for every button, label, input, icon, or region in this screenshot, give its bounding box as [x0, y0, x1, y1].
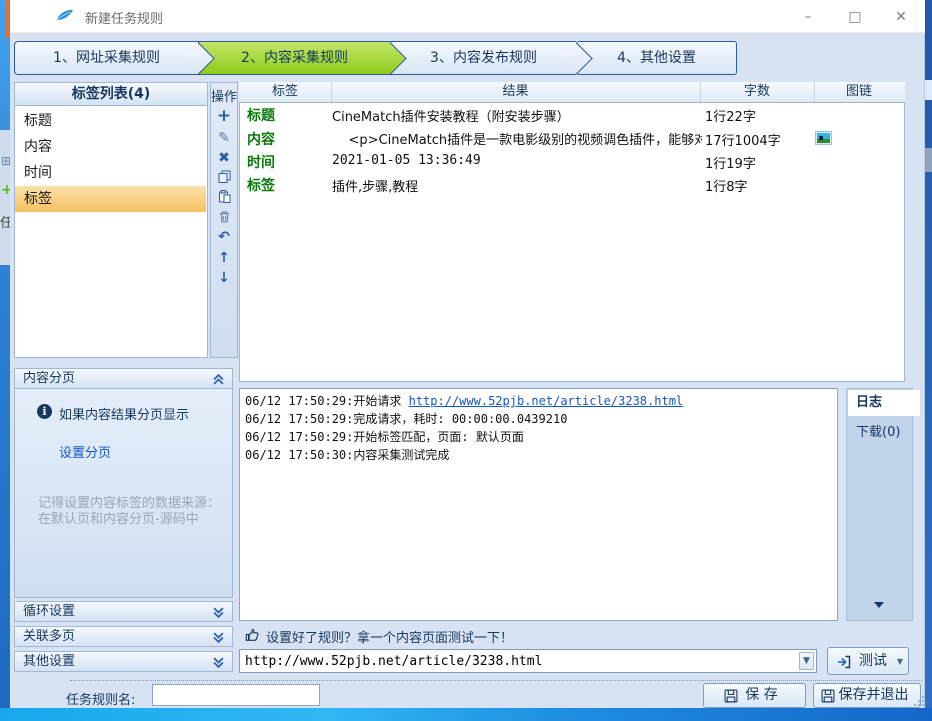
background-window-right-strip: [925, 0, 932, 708]
tab-log[interactable]: 日志: [848, 390, 920, 416]
rule-name-input[interactable]: [152, 684, 320, 706]
table-row[interactable]: 标题 CineMatch插件安装教程（附安装步骤） 1行22字: [239, 103, 904, 127]
tab-content-collect-rules[interactable]: 2、内容采集规则: [198, 41, 390, 75]
log-line: 06/12 17:50:29:完成请求，耗时: 00:00:00.0439210: [245, 410, 567, 428]
operations-header: 操作: [210, 86, 238, 105]
add-icon[interactable]: +: [210, 108, 238, 126]
tag-item-tags[interactable]: 标签: [15, 186, 206, 212]
related-pages-header[interactable]: 关联多页: [14, 626, 233, 647]
save-button[interactable]: 保 存: [703, 683, 806, 708]
close-button[interactable]: ✕: [886, 6, 916, 28]
table-row[interactable]: 内容 <p>CineMatch插件是一款电影级别的视频调色插件，能够对单个视 1…: [239, 127, 904, 150]
log-url-link[interactable]: http://www.52pjb.net/article/3238.html: [409, 394, 684, 408]
expand-down-icon[interactable]: [213, 632, 224, 643]
move-up-icon[interactable]: ↑: [210, 250, 238, 268]
background-window-bottom-strip: [0, 708, 932, 721]
table-row[interactable]: 时间 2021-01-05 13:36:49 1行19字: [239, 150, 904, 173]
collapse-up-icon[interactable]: [213, 374, 224, 385]
pagination-note-line2: 在默认页和内容分页-源码中: [38, 512, 199, 528]
paste-icon[interactable]: [210, 190, 238, 208]
set-pagination-link[interactable]: 设置分页: [59, 442, 111, 461]
row-result: CineMatch插件安装教程（附安装步骤）: [332, 106, 570, 125]
app-icon: [55, 8, 75, 24]
row-tag-label: 内容: [247, 129, 275, 149]
maximize-button[interactable]: □: [840, 6, 870, 28]
background-toolbar-fragment: ⊞ + 任: [0, 130, 10, 265]
loop-settings-header[interactable]: 循环设置: [14, 601, 233, 622]
minimize-button[interactable]: –: [793, 6, 823, 28]
save-icon: [724, 689, 738, 703]
log-line: 06/12 17:50:30:内容采集测试完成: [245, 446, 449, 464]
pagination-note-line1: 记得设置内容标签的数据来源：: [38, 496, 220, 512]
tag-list-header: 标签列表(4): [14, 82, 208, 106]
table-row[interactable]: 标签 插件,步骤,教程 1行8字: [239, 173, 904, 196]
tab-url-collect-rules[interactable]: 1、网址采集规则: [14, 41, 198, 75]
test-hint-text: 设置好了规则？拿一个内容页面测试一下！: [266, 627, 513, 646]
pagination-panel-body: i 如果内容结果分页显示 设置分页 记得设置内容标签的数据来源： 在默认页和内容…: [14, 389, 233, 598]
expand-down-icon[interactable]: [213, 607, 224, 618]
tag-item-title[interactable]: 标题: [15, 108, 206, 134]
test-url-input[interactable]: [239, 649, 817, 673]
row-count: 1行8字: [705, 176, 748, 195]
row-result: 2021-01-05 13:36:49: [332, 153, 481, 168]
delete-icon[interactable]: ✖: [210, 150, 238, 168]
info-icon: i: [37, 404, 52, 419]
thumbs-up-icon: [244, 626, 260, 642]
tab-other-settings[interactable]: 4、其他设置: [576, 41, 737, 75]
tab-download[interactable]: 下载(0): [848, 420, 920, 446]
row-count: 1行19字: [705, 153, 756, 172]
row-tag-label: 标题: [247, 105, 275, 125]
column-header-count: 字数: [700, 82, 815, 102]
edit-icon[interactable]: ✎: [210, 130, 238, 148]
screen: ⊞ + 任 新建任务规则 – □ ✕ 1、网址采集规则 2、内容采集规则 3、内…: [0, 0, 932, 721]
row-tag-label: 标签: [247, 175, 275, 195]
row-count: 1行22字: [705, 106, 756, 125]
save-and-exit-button[interactable]: 保存并退出: [813, 683, 921, 708]
result-table-header: 标签 结果 字数 图链: [239, 82, 905, 103]
background-right-fragment: [925, 148, 932, 172]
background-right-fragment: [925, 80, 932, 100]
pagination-info-text: 如果内容结果分页显示: [59, 404, 189, 423]
background-window-left-strip: [0, 0, 10, 721]
column-header-tag: 标签: [239, 82, 332, 102]
url-dropdown-button[interactable]: ▼: [799, 652, 814, 670]
test-button[interactable]: 测试 ▼: [827, 647, 909, 675]
log-line: 06/12 17:50:29:开始标签匹配，页面: 默认页面: [245, 428, 524, 446]
save-icon: [821, 689, 835, 703]
log-line: 06/12 17:50:29:开始请求 http://www.52pjb.net…: [245, 392, 683, 410]
undo-icon[interactable]: ↶: [210, 229, 238, 247]
image-thumbnail-icon[interactable]: [815, 131, 832, 145]
move-down-icon[interactable]: ↓: [210, 270, 238, 288]
log-output[interactable]: 06/12 17:50:29:开始请求 http://www.52pjb.net…: [239, 388, 838, 621]
trash-icon[interactable]: [210, 210, 238, 228]
expand-down-icon[interactable]: [213, 657, 224, 668]
rule-name-label: 任务规则名:: [66, 689, 135, 708]
row-result: 插件,步骤,教程: [332, 176, 418, 195]
copy-icon[interactable]: [210, 170, 238, 188]
tag-item-content[interactable]: 内容: [15, 134, 206, 160]
pagination-panel-header[interactable]: 内容分页: [14, 368, 233, 389]
other-settings-header[interactable]: 其他设置: [14, 651, 233, 672]
run-test-icon: [837, 655, 851, 669]
column-header-result: 结果: [331, 82, 701, 102]
log-tab-panel: 日志 下载(0): [846, 388, 913, 621]
row-count: 17行1004字: [705, 130, 781, 149]
row-tag-label: 时间: [247, 152, 275, 172]
scroll-down-icon[interactable]: [874, 602, 884, 608]
window-title: 新建任务规则: [85, 8, 163, 27]
column-header-imagelink: 图链: [814, 82, 904, 102]
tag-item-time[interactable]: 时间: [15, 160, 206, 186]
tab-content-publish-rules[interactable]: 3、内容发布规则: [390, 41, 576, 75]
row-result: <p>CineMatch插件是一款电影级别的视频调色插件，能够对单个视: [332, 133, 702, 148]
test-dropdown-icon[interactable]: ▼: [897, 649, 903, 675]
bottom-separator: [70, 680, 922, 681]
resize-grip[interactable]: [914, 696, 924, 706]
